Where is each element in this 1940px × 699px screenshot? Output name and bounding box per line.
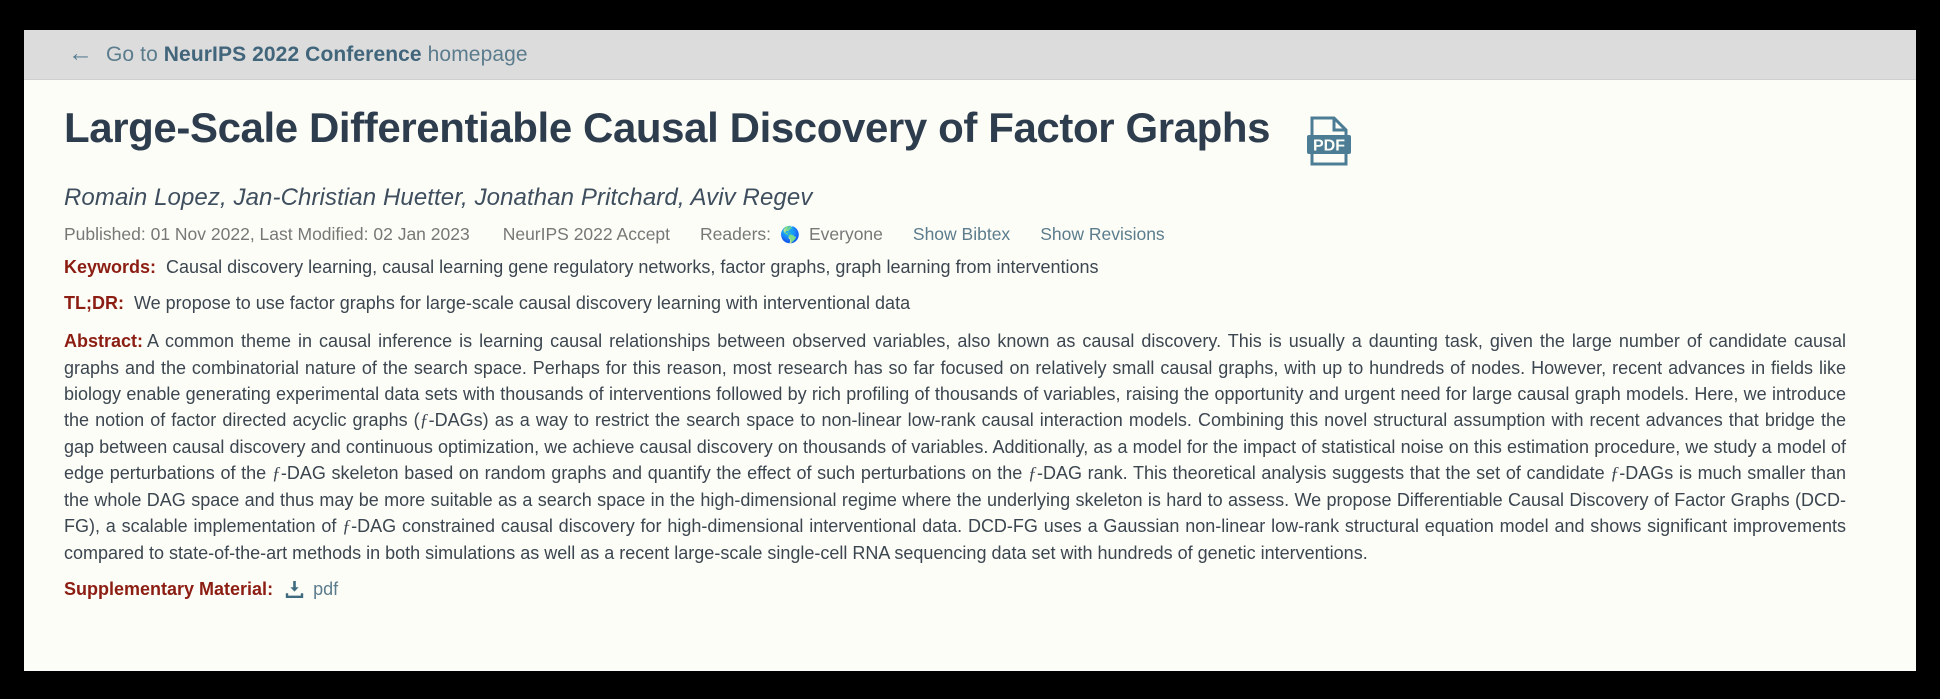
venue-link-prefix: Go to [106, 42, 164, 66]
paper-meta-row: Published: 01 Nov 2022, Last Modified: 0… [64, 224, 1876, 245]
fdag-symbol-3: ƒ [1027, 463, 1037, 484]
supplementary-material-label: Supplementary Material: [64, 579, 274, 600]
globe-icon: 🌎 [780, 226, 800, 244]
tldr-row: TL;DR: We propose to use factor graphs f… [64, 291, 1876, 317]
supplementary-pdf-link[interactable]: pdf [313, 579, 338, 600]
readers-label: Readers: [700, 224, 772, 244]
svg-text:PDF: PDF [1313, 138, 1345, 155]
supplementary-material-row: Supplementary Material: pdf [64, 579, 1876, 600]
published-dates: Published: 01 Nov 2022, Last Modified: 0… [64, 224, 470, 244]
tldr-label: TL;DR: [64, 292, 124, 313]
readers-value: Everyone [808, 224, 883, 244]
fdag-symbol-2: ƒ [271, 463, 281, 484]
page-title: Large-Scale Differentiable Causal Discov… [64, 104, 1271, 151]
venue-link-suffix: homepage [421, 42, 528, 66]
keywords-row: Keywords: Causal discovery learning, cau… [64, 255, 1876, 281]
title-row: Large-Scale Differentiable Causal Discov… [64, 104, 1876, 171]
keywords-value: Causal discovery learning, causal learni… [166, 257, 1099, 277]
venue-link-text: Go to NeurIPS 2022 Conference homepage [106, 43, 528, 67]
abstract-text-4: -DAG rank. This theoretical analysis sug… [1036, 463, 1611, 484]
abstract-row: Abstract: A common theme in causal infere… [64, 328, 1846, 566]
abstract-text-3: -DAG skeleton based on random graphs and… [280, 463, 1028, 484]
abstract-label: Abstract: [64, 331, 144, 352]
authors-list: Romain Lopez, Jan-Christian Huetter, Jon… [64, 184, 813, 211]
paper-content: Large-Scale Differentiable Causal Discov… [24, 80, 1916, 600]
venue-header-bar: ← Go to NeurIPS 2022 Conference homepage [24, 30, 1916, 80]
supplementary-download-link[interactable] [285, 580, 304, 599]
pdf-download-link[interactable]: PDF [1306, 116, 1352, 171]
keywords-label: Keywords: [64, 257, 157, 277]
paper-page: ← Go to NeurIPS 2022 Conference homepage… [24, 30, 1916, 671]
tldr-value: We propose to use factor graphs for larg… [134, 292, 911, 313]
go-to-venue-homepage-link[interactable]: ← Go to NeurIPS 2022 Conference homepage [68, 39, 528, 67]
fdag-symbol-1: ƒ [419, 410, 429, 431]
pdf-icon: PDF [1307, 116, 1352, 166]
fdag-symbol-4: ƒ [1610, 463, 1620, 484]
download-icon [285, 581, 304, 599]
left-arrow-icon: ← [68, 39, 93, 67]
venue-name: NeurIPS 2022 Conference [163, 42, 422, 66]
decision-status: NeurIPS 2022 Accept [502, 224, 671, 244]
show-revisions-link[interactable]: Show Revisions [1040, 224, 1165, 245]
show-bibtex-link[interactable]: Show Bibtex [913, 224, 1010, 245]
fdag-symbol-5: ƒ [342, 516, 352, 537]
